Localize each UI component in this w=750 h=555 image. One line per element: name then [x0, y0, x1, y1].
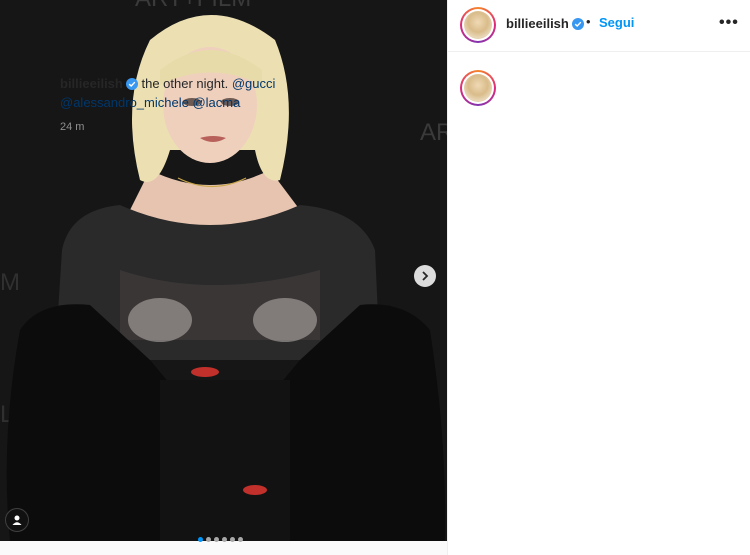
- author-username[interactable]: billieeilish: [506, 16, 584, 31]
- mention-lacma[interactable]: @lacma: [192, 95, 240, 110]
- separator-bullet: •: [586, 14, 591, 29]
- author-username-text[interactable]: billieeilish: [506, 16, 569, 31]
- mention-gucci[interactable]: @gucci: [232, 76, 276, 91]
- user-tag-icon: [12, 515, 22, 525]
- post-side-panel: billieeilish • Segui •••: [447, 0, 750, 555]
- carousel-dot[interactable]: [238, 537, 243, 542]
- verified-badge-icon: [571, 18, 584, 30]
- caption-avatar[interactable]: [460, 70, 496, 106]
- carousel-dot[interactable]: [222, 537, 227, 542]
- carousel-next-button[interactable]: [414, 265, 436, 287]
- svg-text:ART+FILM: ART+FILM: [135, 0, 251, 12]
- follow-button[interactable]: Segui: [599, 15, 634, 30]
- more-options-icon[interactable]: •••: [719, 14, 739, 32]
- user-tag-button[interactable]: [5, 508, 29, 532]
- caption-text: the other night.: [141, 76, 229, 91]
- carousel-dot[interactable]: [230, 537, 235, 542]
- svg-text:M: M: [0, 269, 20, 296]
- chevron-right-icon: [422, 271, 429, 281]
- carousel-dot[interactable]: [198, 537, 203, 542]
- caption-username[interactable]: billieeilish: [60, 76, 123, 91]
- verified-badge-icon: [125, 78, 138, 90]
- svg-text:AR: AR: [420, 119, 447, 146]
- post-caption: billieeilish the other night. @gucci @al…: [60, 74, 290, 112]
- post-header: billieeilish • Segui •••: [448, 0, 750, 52]
- avatar[interactable]: [460, 7, 496, 43]
- carousel-dot[interactable]: [206, 537, 211, 542]
- carousel-strip: [0, 541, 447, 555]
- carousel-indicator: [198, 537, 243, 542]
- carousel-dot[interactable]: [214, 537, 219, 542]
- mention-alessandro-michele[interactable]: @alessandro_michele: [60, 95, 189, 110]
- caption-block: [448, 52, 750, 142]
- post-timestamp[interactable]: 24 m: [60, 121, 84, 133]
